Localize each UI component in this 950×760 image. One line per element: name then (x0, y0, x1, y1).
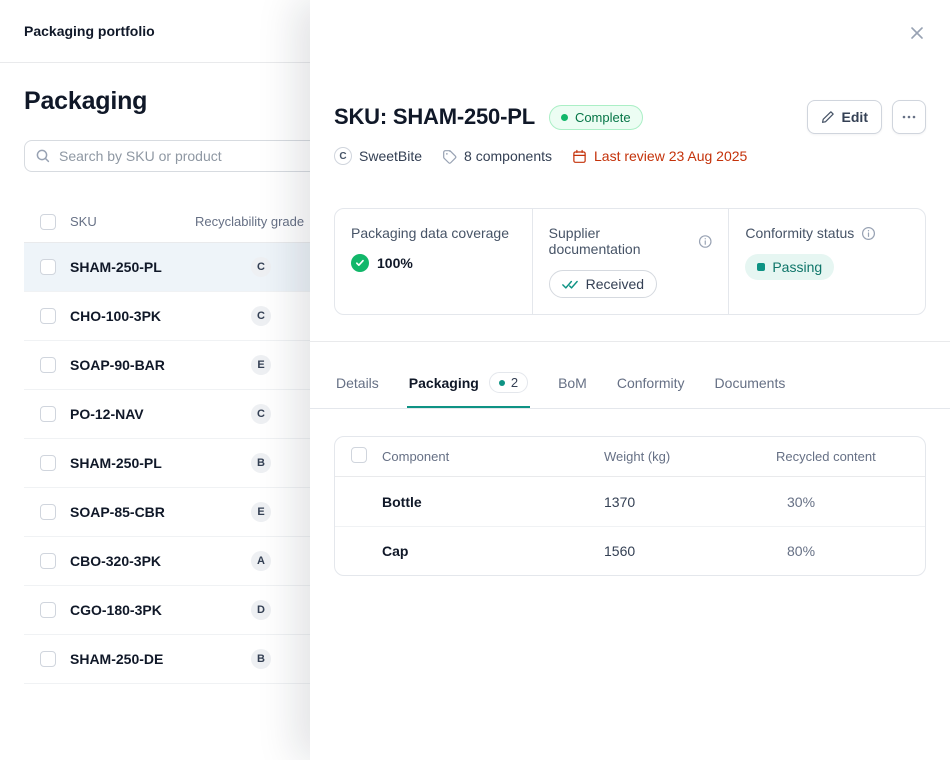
passing-pill-label: Passing (772, 259, 822, 275)
info-icon[interactable] (698, 234, 713, 249)
edit-button-label: Edit (842, 109, 868, 125)
brand-meta: C SweetBite (334, 147, 422, 165)
weight-cell: 1370 (604, 494, 776, 510)
tab-packaging[interactable]: Packaging 2 (407, 356, 530, 408)
status-badge: Complete (549, 105, 643, 130)
stats-card: Packaging data coverage 100% Supplier do… (334, 208, 926, 315)
brand-avatar: C (334, 147, 352, 165)
row-checkbox[interactable] (40, 357, 56, 373)
row-checkbox[interactable] (40, 259, 56, 275)
column-header-recycled: Recycled content (776, 449, 925, 464)
grade-badge: C (251, 306, 271, 326)
last-review-text: Last review 23 Aug 2025 (594, 148, 747, 164)
components-table-header: Component Weight (kg) Recycled content (335, 437, 925, 477)
weight-cell: 1560 (604, 543, 776, 559)
component-row[interactable]: Cap 1560 80% (335, 526, 925, 575)
grade-badge: C (251, 404, 271, 424)
tab-bom[interactable]: BoM (556, 356, 589, 408)
sku-cell: SHAM-250-DE (70, 651, 195, 667)
grade-badge: E (251, 502, 271, 522)
received-pill: Received (549, 270, 657, 298)
component-row[interactable]: Bottle 1370 30% (335, 477, 925, 526)
stat-conformity: Conformity status Passing (728, 209, 925, 314)
grade-badge: D (251, 600, 271, 620)
row-checkbox[interactable] (40, 651, 56, 667)
status-badge-label: Complete (575, 110, 631, 125)
double-check-icon (562, 279, 579, 290)
grade-badge: A (251, 551, 271, 571)
drawer-tabs: Details Packaging 2 BoM Conformity Docum… (310, 356, 950, 409)
components-table: Component Weight (kg) Recycled content B… (334, 436, 926, 576)
drawer-meta: C SweetBite 8 components Last review 23 … (334, 147, 926, 165)
tab-packaging-badge: 2 (489, 372, 528, 393)
detail-drawer: SKU: SHAM-250-PL Complete Edit (310, 0, 950, 760)
pencil-icon (821, 110, 835, 124)
component-cell: Cap (382, 543, 604, 559)
status-dot-icon (561, 114, 568, 121)
sku-cell: PO-12-NAV (70, 406, 195, 422)
tag-icon (442, 149, 457, 164)
grade-badge: C (251, 257, 271, 277)
components-count: 8 components (464, 148, 552, 164)
section-divider (310, 341, 950, 342)
brand-name: SweetBite (359, 148, 422, 164)
drawer-header: SKU: SHAM-250-PL Complete Edit (334, 100, 926, 134)
passing-pill: Passing (745, 254, 834, 280)
check-circle-icon (351, 254, 369, 272)
stat-supplier-doc-label: Supplier documentation (549, 225, 691, 257)
stat-coverage: Packaging data coverage 100% (335, 209, 532, 314)
badge-dot-icon (499, 380, 505, 386)
drawer-actions: Edit (807, 100, 926, 134)
last-review-meta: Last review 23 Aug 2025 (572, 148, 747, 164)
tab-details[interactable]: Details (334, 356, 381, 408)
grade-badge: E (251, 355, 271, 375)
components-meta: 8 components (442, 148, 552, 164)
passing-square-icon (757, 263, 765, 271)
column-header-sku: SKU (70, 214, 195, 229)
edit-button[interactable]: Edit (807, 100, 882, 134)
row-checkbox[interactable] (40, 406, 56, 422)
stat-coverage-label: Packaging data coverage (351, 225, 509, 241)
recycled-cell: 80% (776, 543, 925, 559)
stat-coverage-value: 100% (377, 255, 413, 271)
stat-supplier-doc: Supplier documentation Received (532, 209, 729, 314)
grade-badge: B (251, 649, 271, 669)
sku-cell: CBO-320-3PK (70, 553, 195, 569)
drawer-title: SKU: SHAM-250-PL (334, 104, 535, 130)
select-all-checkbox[interactable] (40, 214, 56, 230)
row-checkbox[interactable] (40, 602, 56, 618)
more-button[interactable] (892, 100, 926, 134)
component-cell: Bottle (382, 494, 604, 510)
tab-documents[interactable]: Documents (713, 356, 788, 408)
search-icon (35, 148, 51, 164)
sku-cell: SOAP-85-CBR (70, 504, 195, 520)
row-checkbox[interactable] (40, 308, 56, 324)
info-icon[interactable] (861, 226, 876, 241)
sku-cell: CGO-180-3PK (70, 602, 195, 618)
more-icon (901, 109, 917, 125)
recycled-cell: 30% (776, 494, 925, 510)
close-button[interactable] (906, 22, 928, 44)
grade-badge: B (251, 453, 271, 473)
sku-cell: SHAM-250-PL (70, 259, 195, 275)
sku-cell: SOAP-90-BAR (70, 357, 195, 373)
close-icon (908, 24, 926, 42)
calendar-icon (572, 149, 587, 164)
components-select-all-checkbox[interactable] (351, 447, 367, 463)
app-root: Packaging portfolio Packaging SKU Recycl… (0, 0, 950, 760)
stat-conformity-label: Conformity status (745, 225, 854, 241)
column-header-component: Component (382, 449, 604, 464)
row-checkbox[interactable] (40, 553, 56, 569)
row-checkbox[interactable] (40, 455, 56, 471)
row-checkbox[interactable] (40, 504, 56, 520)
column-header-weight: Weight (kg) (604, 449, 776, 464)
topbar-title: Packaging portfolio (24, 23, 155, 39)
received-pill-label: Received (586, 276, 644, 292)
tab-conformity[interactable]: Conformity (615, 356, 687, 408)
sku-cell: CHO-100-3PK (70, 308, 195, 324)
sku-cell: SHAM-250-PL (70, 455, 195, 471)
